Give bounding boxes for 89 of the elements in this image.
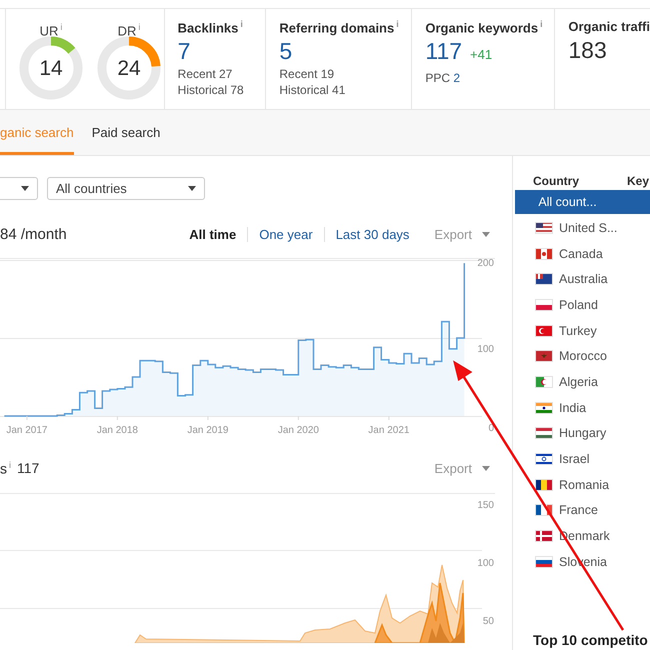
metric-change: +41 [470, 47, 492, 62]
country-name: Morocco [559, 349, 607, 364]
dropdown[interactable]: All countries [47, 177, 205, 200]
chart-title: s$^{i}$ [0, 460, 11, 476]
metric-label: Organic traffi [568, 19, 650, 34]
country-name: Hungary [559, 426, 606, 440]
flag-icon [535, 350, 553, 362]
country-name: All count... [538, 195, 597, 209]
tab[interactable]: Paid search [92, 110, 160, 155]
country-row[interactable]: Hungary [515, 420, 650, 446]
axis-label: 100 [477, 558, 494, 569]
country-name: Algeria [559, 374, 598, 389]
time-range-link[interactable]: All time [178, 226, 248, 242]
time-range-link[interactable]: Last 30 days [324, 226, 420, 242]
gauge-value: 24 [117, 57, 141, 80]
metric-value: 183 [568, 37, 607, 63]
flag-icon [535, 530, 553, 542]
country-row[interactable]: Canada [515, 240, 650, 266]
tick-mark [207, 416, 208, 420]
traffic-summary: 84 /month [0, 226, 67, 242]
country-row[interactable]: India [515, 394, 650, 420]
tick-mark [26, 416, 28, 420]
metric-value[interactable]: 7 [178, 38, 190, 64]
axis-label: Jan 2017 [6, 425, 48, 436]
country-row[interactable]: Romania [515, 472, 650, 498]
gauge-value: 14 [39, 57, 63, 80]
axis-label: Jan 2020 [278, 425, 319, 436]
country-name: Australia [559, 272, 608, 286]
flag-icon [535, 248, 553, 260]
caret-icon [188, 186, 196, 191]
metric-value[interactable]: 5 [279, 38, 292, 64]
metric-link[interactable]: 2 [453, 71, 460, 86]
flag-icon [535, 222, 553, 234]
flag-icon [535, 402, 553, 414]
column-header: Key [627, 174, 650, 188]
tick-mark [298, 416, 299, 420]
country-row[interactable]: Australia [515, 266, 650, 292]
country-name: United S... [559, 220, 618, 235]
tick-mark [116, 416, 118, 420]
metric-label: Organic keywords$^{i}$ [425, 19, 542, 36]
flag-icon [535, 324, 553, 337]
gauge-label: DR$^{i}$ [118, 21, 140, 35]
gauge-label: UR$^{i}$ [40, 21, 62, 35]
country-name: Romania [559, 478, 610, 492]
country-row[interactable]: All count... [515, 190, 650, 214]
keyword-count: 117 [17, 460, 40, 476]
country-row[interactable]: Algeria [515, 369, 650, 395]
metric-value[interactable]: 117 [425, 38, 462, 64]
metric-detail: PPC 2 [425, 70, 462, 86]
metric-detail: Recent 19 [279, 66, 336, 82]
country-row[interactable]: Morocco [515, 343, 650, 370]
flag-icon [535, 298, 553, 311]
metric-detail: Recent 27 [178, 66, 234, 82]
tick-mark [388, 416, 390, 420]
country-row[interactable]: Poland [515, 292, 650, 318]
country-name: Turkey [559, 324, 597, 338]
metric-label: Referring domains$^{i}$ [279, 19, 398, 36]
country-name: Canada [559, 246, 603, 261]
axis-label: 150 [477, 500, 494, 511]
metric-detail: Historical 41 [279, 82, 346, 98]
dropdown[interactable] [0, 177, 38, 200]
caret-icon [21, 186, 29, 191]
metric-label: Backlinks$^{i}$ [178, 19, 244, 36]
country-name: India [559, 400, 586, 415]
country-row[interactable]: United S... [515, 215, 650, 241]
country-name: France [559, 503, 598, 518]
axis-label: Jan 2021 [368, 425, 410, 436]
metric-detail: Historical 78 [178, 82, 245, 98]
flag-icon [535, 376, 553, 388]
country-name: Poland [559, 298, 598, 312]
flag-icon [535, 478, 553, 491]
country-name: Israel [559, 452, 590, 466]
caret-icon [482, 466, 490, 470]
flag-icon [535, 556, 553, 568]
axis-label: Jan 2018 [96, 425, 138, 436]
flag-icon [535, 273, 553, 286]
flag-icon [535, 427, 553, 440]
column-header: Country [533, 174, 580, 188]
section-title: Top 10 competito [533, 632, 649, 648]
country-row[interactable]: Turkey [515, 318, 650, 344]
axis-label: 200 [477, 258, 494, 269]
flag-icon [535, 453, 553, 466]
axis-label: 100 [477, 344, 494, 355]
time-range-link[interactable]: One year [247, 226, 324, 242]
axis-label: 0 [488, 423, 494, 434]
caret-icon [482, 232, 490, 236]
country-row[interactable]: Israel [515, 446, 650, 472]
axis-label: 50 [482, 616, 494, 627]
axis-label: Jan 2019 [187, 425, 228, 436]
